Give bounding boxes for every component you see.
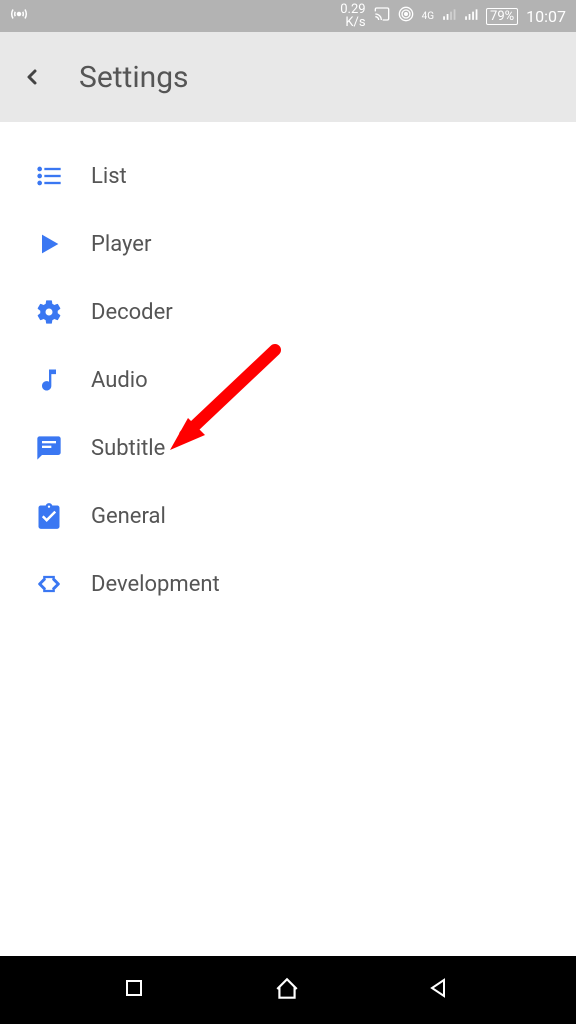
clipboard-check-icon xyxy=(35,502,63,530)
settings-item-general[interactable]: General xyxy=(0,482,576,550)
app-header: Settings xyxy=(0,32,576,122)
back-nav-button[interactable] xyxy=(426,976,454,1004)
hotspot-icon xyxy=(398,6,414,26)
settings-item-subtitle[interactable]: Subtitle xyxy=(0,414,576,482)
page-title: Settings xyxy=(79,60,189,95)
settings-item-label: Subtitle xyxy=(91,436,165,461)
broadcast-icon xyxy=(10,5,28,27)
navigation-bar xyxy=(0,956,576,1024)
settings-item-decoder[interactable]: Decoder xyxy=(0,278,576,346)
settings-item-label: Decoder xyxy=(91,300,173,325)
settings-item-development[interactable]: Development xyxy=(0,550,576,618)
settings-item-audio[interactable]: Audio xyxy=(0,346,576,414)
gear-icon xyxy=(35,298,63,326)
settings-item-label: General xyxy=(91,504,166,529)
signal-icon-2 xyxy=(464,7,478,25)
settings-item-player[interactable]: Player xyxy=(0,210,576,278)
status-bar: 0.29 K/s 4G 79% 10:07 xyxy=(0,0,576,32)
cast-icon xyxy=(374,6,390,26)
home-button[interactable] xyxy=(274,976,302,1004)
battery-indicator: 79% xyxy=(486,8,518,25)
settings-item-label: Player xyxy=(91,232,151,257)
recent-apps-button[interactable] xyxy=(122,976,150,1004)
settings-item-label: Audio xyxy=(91,368,148,393)
settings-item-label: List xyxy=(91,164,127,189)
chat-icon xyxy=(35,434,63,462)
network-speed: 0.29 K/s xyxy=(340,3,365,29)
music-note-icon xyxy=(35,366,63,394)
settings-item-label: Development xyxy=(91,572,220,597)
list-icon xyxy=(35,162,63,190)
back-button[interactable] xyxy=(20,65,44,89)
signal-icon-1 xyxy=(442,7,456,25)
network-type: 4G xyxy=(422,11,434,22)
clock: 10:07 xyxy=(526,7,566,26)
play-icon xyxy=(35,230,63,258)
developer-icon xyxy=(35,570,63,598)
settings-item-list[interactable]: List xyxy=(0,142,576,210)
settings-list: List Player Decoder Audio Subtitle Gener… xyxy=(0,122,576,638)
